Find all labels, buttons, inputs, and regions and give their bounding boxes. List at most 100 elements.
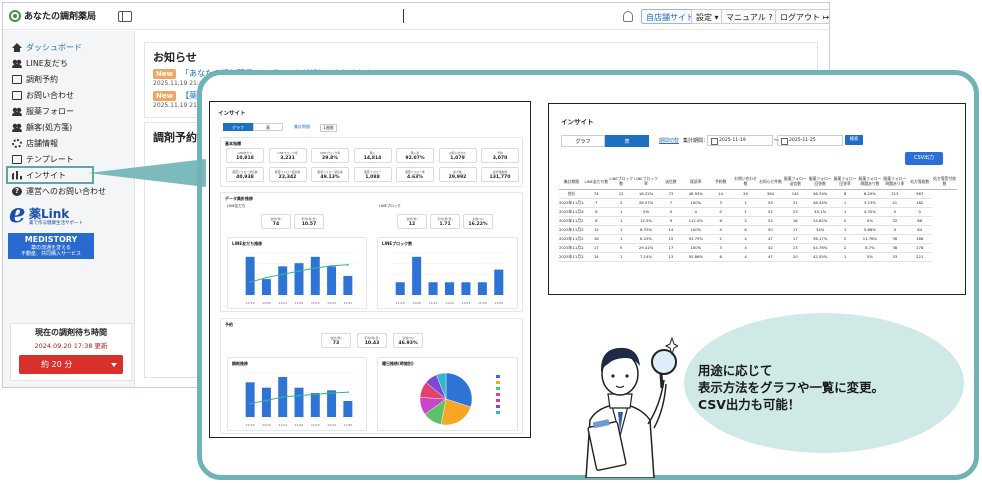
kpi-delta: - <box>372 180 373 183</box>
table-header-cell[interactable]: お問い合わせ数 <box>733 174 758 190</box>
kpi-card: 服薬フォロー返信数 22,342- <box>268 167 307 183</box>
table-cell: 3 <box>708 198 734 208</box>
bell-icon[interactable] <box>623 11 633 22</box>
table-cell: 1 <box>832 252 858 262</box>
table-header-cell[interactable]: 服薬フォロー回答率 <box>832 174 858 190</box>
tab-table[interactable]: 表 <box>605 135 649 147</box>
table-header-cell[interactable]: LINEブロック率 <box>633 174 659 190</box>
table-cell: 100% <box>683 198 709 208</box>
legend-swatch <box>496 393 500 396</box>
table-cell: 74 <box>583 189 609 199</box>
sidebar-item-dashboard[interactable]: ダッシュボード <box>3 39 134 55</box>
table-cell: 1 <box>608 225 634 235</box>
x-tick-label: 11/23 <box>462 301 471 305</box>
table-header-cell[interactable]: 服薬フォロー送信数 <box>782 174 808 190</box>
table-header-cell[interactable]: 服薬フォロー問題あり数 <box>857 174 883 190</box>
legend-swatch <box>496 387 500 390</box>
table-header-cell[interactable]: 既読率 <box>683 174 709 190</box>
logo[interactable]: あなたの調剤薬局 <box>9 9 96 22</box>
table-header-cell[interactable]: 集計期間 <box>559 174 584 190</box>
tab-table[interactable]: 表 <box>253 123 283 131</box>
sidebar-toggle-icon[interactable] <box>118 11 132 22</box>
table-cell: 2 <box>708 234 734 244</box>
ekusuri-link-banner[interactable]: e 薬Link 薬で作る健康生活サポート <box>9 199 95 229</box>
tab-graph[interactable]: グラフ <box>561 135 605 147</box>
date-from-input[interactable]: 2025-11-19 <box>707 135 773 146</box>
x-tick-label: 11/22 <box>295 301 304 305</box>
kpi-label: 服薬フォロー <box>364 170 381 174</box>
table-cell: 36.17% <box>807 234 833 244</box>
kpi-label: LINEブロック率 <box>319 151 341 155</box>
medistory-banner[interactable]: MEDISTORY 薬の流通を変える 不動産、共同購入サービス <box>8 233 94 259</box>
table-header-cell[interactable]: LINEブロック数 <box>608 174 634 190</box>
caption-text: 用途に応じて 表示方法をグラフや一覧に変更。 CSV出力も可能！ <box>698 362 884 413</box>
table-cell: 1 <box>608 216 634 226</box>
table-cell: 1 <box>608 252 634 262</box>
wait-time-select[interactable]: 約 20 分 <box>19 355 123 374</box>
table-header-cell[interactable]: LINE友だち数 <box>583 174 609 190</box>
kpi-label: 合計(件) <box>330 336 342 340</box>
kpi-label: 服薬フォロー送信数 <box>232 170 258 174</box>
kpi-card: 割合(%) 46.93% <box>393 333 423 348</box>
kpi-card: 予約 3,070- <box>481 148 519 164</box>
kpi-card: 割合(%) 16.22% <box>463 214 493 229</box>
sidebar-item-reservation[interactable]: 調剤予約 <box>3 71 134 87</box>
sidebar-item-store[interactable]: 店舗情報 <box>3 135 134 151</box>
wait-time-title: 現在の調剤待ち時間 <box>35 328 107 337</box>
kpi-label: 合計(件) <box>406 217 418 221</box>
logout-button[interactable]: ログアウト ↦ <box>775 9 829 24</box>
kpi-value: 74 <box>272 222 280 227</box>
date-to-input[interactable]: 2025-11-25 <box>777 135 843 146</box>
rx-chart-panel: 調剤推移 11/19 11/20 11/21 11/22 11/23 11/24 11/25 <box>227 357 367 431</box>
table-header-cell[interactable]: お知らせ件数 <box>758 174 783 190</box>
table-header-cell[interactable]: 処方箋枚数 <box>907 174 933 190</box>
trend-point <box>314 267 317 269</box>
bar <box>412 256 422 295</box>
range-toggle-link[interactable]: 期間切替 <box>659 137 679 144</box>
table-header-cell[interactable]: 予約数 <box>708 174 734 190</box>
sidebar-item-line-friends[interactable]: LINE友だち <box>3 55 134 71</box>
table-cell: 17 <box>658 243 684 253</box>
sidebar-item-customer[interactable]: 顧客(処方箋) <box>3 119 134 135</box>
caption-line-1: 用途に応じて <box>698 363 773 378</box>
tab-graph[interactable]: グラフ <box>223 123 253 131</box>
sidebar-item-insight[interactable]: インサイト <box>6 166 94 184</box>
new-badge: New <box>153 90 177 101</box>
insight-table: 集計期間 LINE友だち数 LINEブロック数 LINEブロック率 送信数 既読率 予約数お… <box>559 174 957 262</box>
table-cell: 6 <box>733 225 758 235</box>
csv-export-button[interactable]: CSV出力 <box>905 152 943 165</box>
question-icon: ? <box>12 186 22 196</box>
table-header-cell[interactable]: 服薬フォロー回答数 <box>807 174 833 190</box>
followup-icon <box>12 106 22 116</box>
table-cell: 42.55% <box>807 252 833 262</box>
table-cell: 47 <box>758 252 783 262</box>
table-cell: 166 <box>907 234 933 244</box>
search-button[interactable]: 検索 <box>845 135 863 145</box>
x-tick-label: 11/23 <box>311 301 320 305</box>
kpi-label: 合計(件) <box>270 217 282 221</box>
settings-button[interactable]: 設定 ▾ <box>691 9 724 24</box>
legend-swatch <box>496 405 500 408</box>
sidebar-item-label: 服薬フォロー <box>26 106 74 116</box>
table-cell: 100% <box>683 225 709 235</box>
kpi-label: 服薬フォロー率 <box>405 170 425 174</box>
trend-point <box>298 394 300 397</box>
table-cell: 0 <box>882 207 908 217</box>
sidebar-item-inquiry[interactable]: お問い合わせ <box>3 87 134 103</box>
table-row: 2025年11月24日17529.41%17100%34422354.76%28… <box>559 243 957 253</box>
trend-point <box>314 393 317 396</box>
table-header-cell[interactable]: 送信数 <box>658 174 684 190</box>
table-header-cell[interactable]: 処方箋受付枚数 <box>932 174 957 190</box>
kpi-card: 平均(件/日) 1.71 <box>430 214 460 229</box>
period-select[interactable]: 1週間 <box>320 124 337 132</box>
table-cell: 2 <box>832 243 858 253</box>
sidebar-item-follow[interactable]: 服薬フォロー <box>3 103 134 119</box>
table-cell: 31 <box>782 198 808 208</box>
table-header-cell[interactable]: 服薬フォロー問題あり率 <box>882 174 908 190</box>
block-chart-panel: LINEブロック数 11/19 11/20 11/21 11/22 11/23 11/24… <box>377 237 518 309</box>
people-icon <box>12 58 22 68</box>
table-cell: 34.62% <box>807 216 833 226</box>
manual-button[interactable]: マニュアル ? <box>721 9 778 24</box>
table-cell: 34% <box>807 225 833 235</box>
friends-chart-panel: LINE友だち推移 11/19 11/20 11/21 11/22 11/23 11/24… <box>227 237 367 309</box>
